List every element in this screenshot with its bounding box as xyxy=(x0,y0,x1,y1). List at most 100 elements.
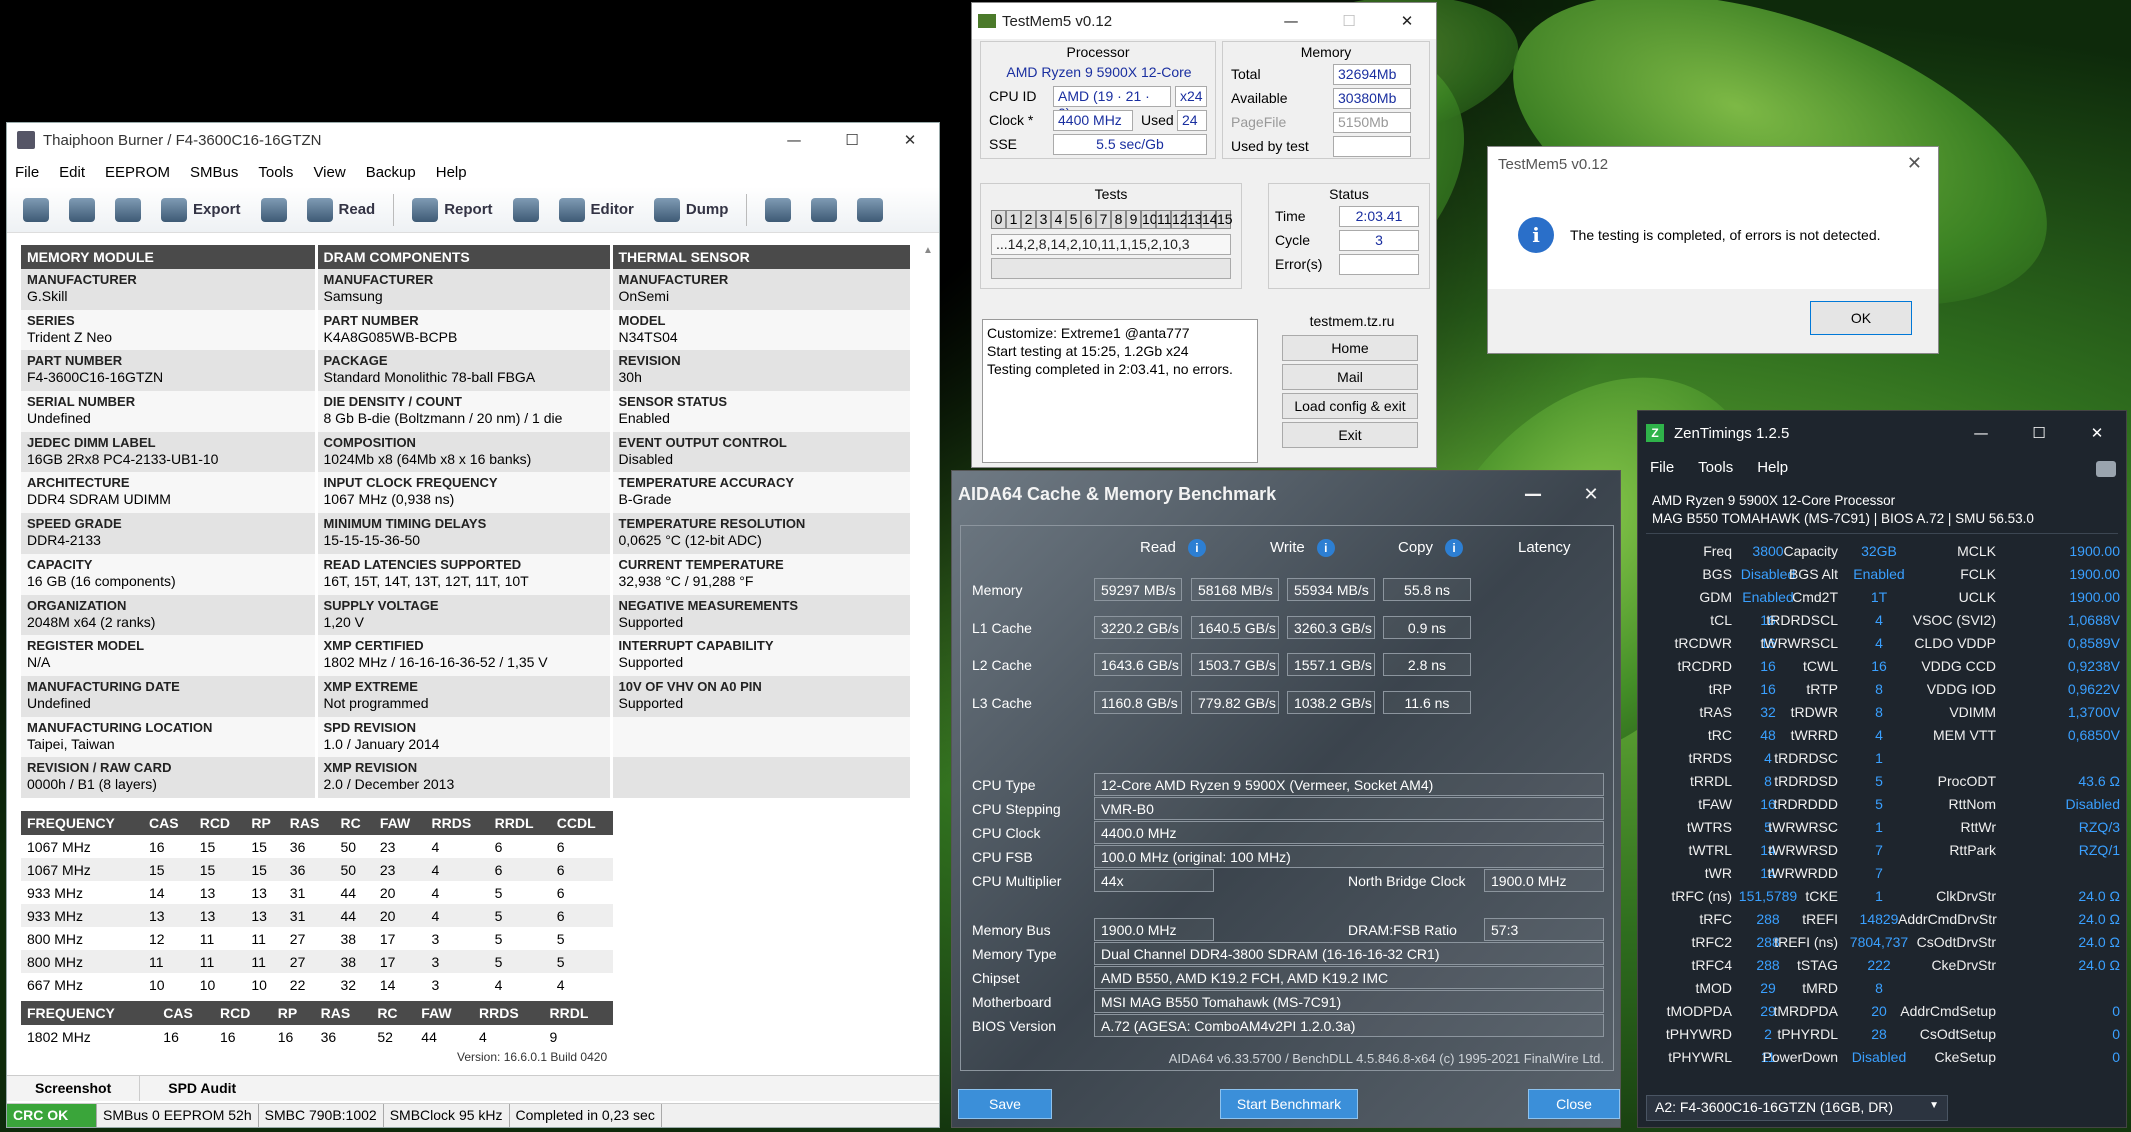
exit-button[interactable]: Exit xyxy=(1282,422,1418,448)
spd-cell[interactable]: MANUFACTURING LOCATION Taipei, Taiwan xyxy=(21,716,318,758)
report-button[interactable]: Report xyxy=(404,192,500,228)
spd-cell[interactable]: MANUFACTURER Samsung xyxy=(316,269,613,310)
close-icon[interactable]: ✕ xyxy=(2068,411,2126,455)
copy-button[interactable] xyxy=(803,192,845,228)
spd-cell[interactable]: DIE DENSITY / COUNT 8 Gb B-die (Boltzmann… xyxy=(316,391,613,432)
spd-cell[interactable]: NEGATIVE MEASUREMENTS Supported xyxy=(611,594,913,636)
tab-screenshot[interactable]: Screenshot xyxy=(7,1076,139,1101)
spd-cell[interactable]: COMPOSITION 1024Mb x8 (64Mb x8 x 16 banks… xyxy=(316,431,613,473)
info-icon[interactable]: i xyxy=(1445,539,1464,558)
menu-file[interactable]: File xyxy=(15,164,39,181)
menu-edit[interactable]: Edit xyxy=(59,164,85,181)
save-button[interactable] xyxy=(107,192,149,228)
spd-cell[interactable]: MINIMUM TIMING DELAYS 15-15-15-36-50 xyxy=(316,513,613,554)
save-button[interactable]: Save xyxy=(958,1089,1052,1119)
spd-cell[interactable]: XMP EXTREME Not programmed xyxy=(316,675,613,717)
close-icon[interactable]: ✕ xyxy=(1378,3,1436,39)
table-row[interactable]: 1067 MHz 15 15 15 36 50 23 4 6 6 xyxy=(21,858,613,881)
menu-backup[interactable]: Backup xyxy=(366,164,416,181)
spd-cell[interactable]: TEMPERATURE RESOLUTION 0,0625 °C (12-bit … xyxy=(611,513,913,554)
menu-help[interactable]: Help xyxy=(1757,459,1788,483)
minimize-icon[interactable]: — xyxy=(1504,471,1562,517)
spd-cell[interactable]: TEMPERATURE ACCURACY B-Grade xyxy=(611,472,913,514)
menu-tools[interactable]: Tools xyxy=(258,164,293,181)
spd-cell[interactable]: EVENT OUTPUT CONTROL Disabled xyxy=(611,431,913,473)
table-row[interactable]: 933 MHz 13 13 13 31 44 20 4 5 6 xyxy=(21,904,613,927)
spd-cell[interactable]: MANUFACTURER G.Skill xyxy=(21,269,318,310)
camera-icon[interactable] xyxy=(2096,461,2116,477)
spd-cell[interactable]: PACKAGE Standard Monolithic 78-ball FBGA xyxy=(316,350,613,392)
start-benchmark-button[interactable]: Start Benchmark xyxy=(1220,1089,1358,1119)
title-bar[interactable]: TestMem5 v0.12 — ☐ ✕ xyxy=(972,3,1436,39)
table-row[interactable]: 667 MHz 10 10 10 22 32 14 3 4 4 xyxy=(21,973,613,996)
spd-cell[interactable]: 10V OF VHV ON A0 PIN Supported xyxy=(611,675,913,717)
spd-cell[interactable]: MANUFACTURER OnSemi xyxy=(611,269,913,310)
table-row[interactable]: 1067 MHz 16 15 15 36 50 23 4 6 6 xyxy=(21,835,613,858)
spd-cell[interactable]: REVISION / RAW CARD 0000h / B1 (8 layers) xyxy=(21,757,318,798)
vertical-scrollbar[interactable]: ▲ ▼ xyxy=(919,245,937,1127)
spd-cell[interactable]: SENSOR STATUS Enabled xyxy=(611,391,913,432)
info-icon[interactable]: i xyxy=(1187,539,1206,558)
spd-cell[interactable]: CURRENT TEMPERATURE 32,938 °C / 91,288 °F xyxy=(611,553,913,595)
title-bar[interactable]: Thaiphoon Burner / F4-3600C16-16GTZN — ☐… xyxy=(7,123,939,157)
title-bar[interactable]: Z ZenTimings 1.2.5 — ☐ ✕ xyxy=(1638,411,2126,455)
spd-cell[interactable]: ORGANIZATION 2048M x64 (2 ranks) xyxy=(21,594,318,636)
screenshot-button[interactable] xyxy=(757,192,799,228)
table-row[interactable]: 800 MHz 11 11 11 27 38 17 3 5 5 xyxy=(21,950,613,973)
spd-cell[interactable]: SPEED GRADE DDR4-2133 xyxy=(21,513,318,554)
log-box[interactable]: Customize: Extreme1 @anta777 Start testi… xyxy=(982,319,1258,463)
spd-cell[interactable]: INPUT CLOCK FREQUENCY 1067 MHz (0,938 ns) xyxy=(316,472,613,514)
info-icon[interactable]: i xyxy=(1316,539,1335,558)
spd-cell[interactable]: REVISION 30h xyxy=(611,350,913,392)
spd-cell[interactable]: INTERRUPT CAPABILITY Supported xyxy=(611,635,913,676)
close-button[interactable]: Close xyxy=(1528,1089,1620,1119)
settings-button[interactable] xyxy=(15,192,57,228)
dump-button[interactable]: Dump xyxy=(646,192,737,228)
spd-cell[interactable]: CAPACITY 16 GB (16 components) xyxy=(21,553,318,595)
open-button[interactable] xyxy=(61,192,103,228)
module-select[interactable]: A2: F4-3600C16-16GTZN (16GB, DR) ▼ xyxy=(1646,1095,1948,1121)
spd-cell[interactable]: PART NUMBER F4-3600C16-16GTZN xyxy=(21,350,318,392)
export-button[interactable]: Export xyxy=(153,192,249,228)
home-button[interactable]: Home xyxy=(1282,335,1418,361)
editor-button[interactable]: Editor xyxy=(551,192,642,228)
title-bar[interactable]: TestMem5 v0.12 ✕ xyxy=(1488,147,1938,181)
spd-cell[interactable]: ARCHITECTURE DDR4 SDRAM UDIMM xyxy=(21,472,318,514)
table-row[interactable]: 1802 MHz 16 16 16 36 52 44 4 9 xyxy=(21,1025,613,1048)
ok-button[interactable]: OK xyxy=(1810,301,1912,335)
menu-smbus[interactable]: SMBus xyxy=(190,164,238,181)
lock-button[interactable] xyxy=(253,192,295,228)
tab-spd-audit[interactable]: SPD Audit xyxy=(139,1076,264,1101)
table-row[interactable]: 933 MHz 14 13 13 31 44 20 4 5 6 xyxy=(21,881,613,904)
menu-view[interactable]: View xyxy=(313,164,345,181)
spd-cell[interactable]: XMP CERTIFIED 1802 MHz / 16-16-16-36-52 /… xyxy=(316,635,613,676)
close-icon[interactable]: ✕ xyxy=(1562,471,1620,517)
maximize-icon[interactable]: ☐ xyxy=(823,123,881,157)
spd-cell[interactable]: JEDEC DIMM LABEL 16GB 2Rx8 PC4-2133-UB1-1… xyxy=(21,431,318,473)
spd-cell[interactable]: SUPPLY VOLTAGE 1,20 V xyxy=(316,594,613,636)
menu-eeprom[interactable]: EEPROM xyxy=(105,164,170,181)
menu-file[interactable]: File xyxy=(1650,459,1674,483)
mail-button[interactable]: Mail xyxy=(1282,364,1418,390)
spd-cell[interactable]: READ LATENCIES SUPPORTED 16T, 15T, 14T, 1… xyxy=(316,553,613,595)
minimize-icon[interactable]: — xyxy=(765,123,823,157)
wrench-button[interactable] xyxy=(505,192,547,228)
menu-help[interactable]: Help xyxy=(436,164,467,181)
spd-cell[interactable]: MANUFACTURING DATE Undefined xyxy=(21,675,318,717)
close-icon[interactable]: ✕ xyxy=(1907,153,1922,174)
close-icon[interactable]: ✕ xyxy=(881,123,939,157)
menu-tools[interactable]: Tools xyxy=(1698,459,1733,483)
maximize-icon[interactable]: ☐ xyxy=(2010,411,2068,455)
spd-cell[interactable]: SERIAL NUMBER Undefined xyxy=(21,391,318,432)
title-bar[interactable]: AIDA64 Cache & Memory Benchmark — ✕ xyxy=(952,471,1620,517)
scroll-up-icon[interactable]: ▲ xyxy=(919,245,937,256)
site-link[interactable]: testmem.tz.ru xyxy=(1272,313,1432,329)
spd-cell[interactable]: MODEL N34TS04 xyxy=(611,309,913,351)
spd-cell[interactable]: REGISTER MODEL N/A xyxy=(21,635,318,676)
read-button[interactable]: Read xyxy=(299,192,384,228)
table-row[interactable]: 800 MHz 12 11 11 27 38 17 3 5 5 xyxy=(21,927,613,950)
spd-cell[interactable]: SPD REVISION 1.0 / January 2014 xyxy=(316,716,613,758)
load-config-exit-button[interactable]: Load config & exit xyxy=(1282,393,1418,419)
minimize-icon[interactable]: — xyxy=(1952,411,2010,455)
spd-cell[interactable] xyxy=(611,757,913,798)
